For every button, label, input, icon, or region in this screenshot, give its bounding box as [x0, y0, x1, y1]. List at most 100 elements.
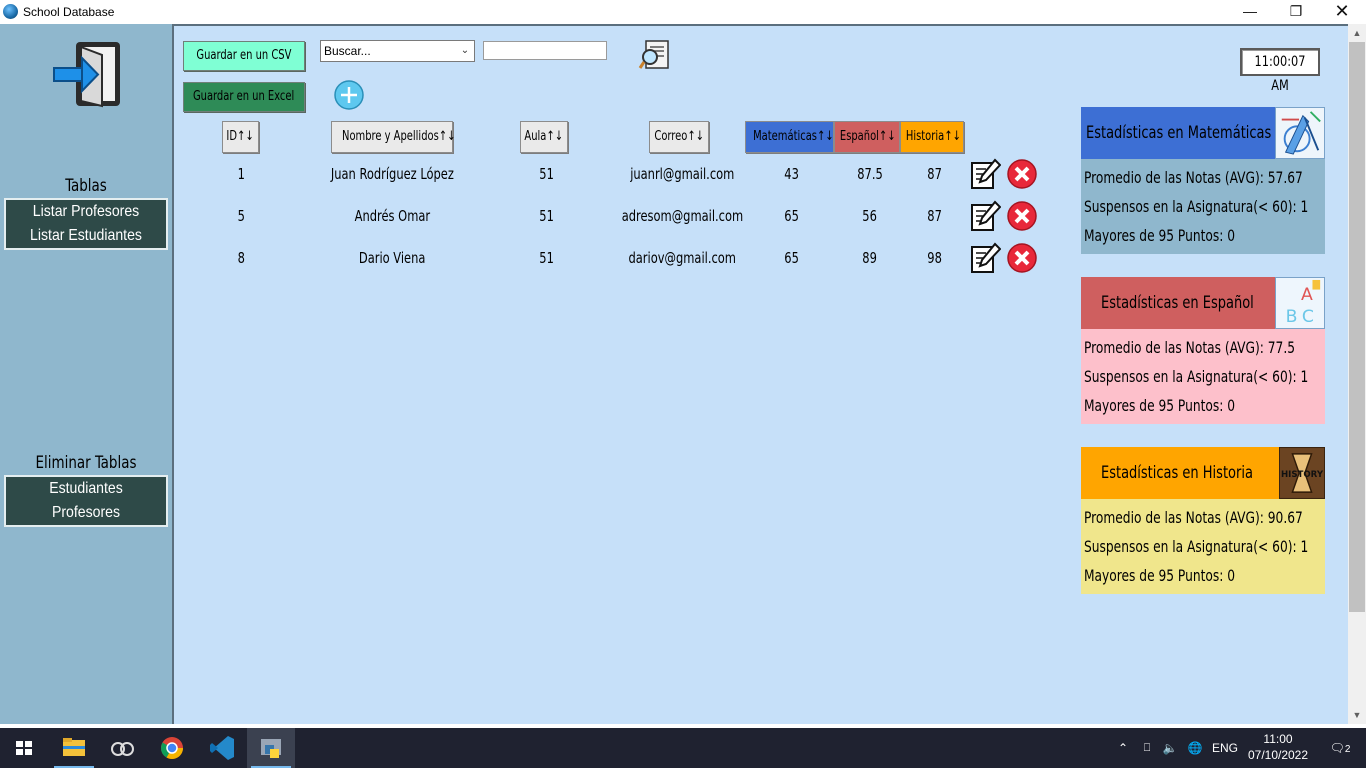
- python-app-icon[interactable]: [247, 728, 295, 768]
- tables-menu: Listar Profesores Listar Estudiantes: [4, 198, 168, 250]
- table-cell-history: 87: [927, 207, 943, 225]
- chrome-icon[interactable]: [148, 728, 196, 768]
- list-students-button[interactable]: Listar Estudiantes: [16, 224, 157, 248]
- table-cell-email: adresom@gmail.com: [621, 207, 743, 225]
- table-cell-math: 65: [784, 249, 800, 267]
- table-cell-spanish: 89: [862, 249, 878, 267]
- logout-icon[interactable]: [52, 40, 124, 110]
- sidebar: Tablas Listar Profesores Listar Estudian…: [0, 24, 172, 724]
- abc-letter-a: A: [1301, 285, 1313, 305]
- scrollbar-thumb[interactable]: [1349, 42, 1365, 612]
- scroll-down-icon[interactable]: ▼: [1348, 706, 1366, 724]
- table-cell-name: Andrés Omar: [354, 207, 430, 225]
- table-cell-history: 98: [927, 249, 943, 267]
- math-stats-body: Promedio de las Notas (AVG): 57.67 Suspe…: [1081, 159, 1325, 254]
- input-method-icon[interactable]: ⎕: [1137, 728, 1157, 768]
- abc-letter-c: C: [1302, 307, 1314, 327]
- search-input[interactable]: [483, 41, 607, 60]
- history-avg-text: Promedio de las Notas (AVG): 90.67: [1084, 508, 1303, 527]
- save-excel-button[interactable]: Guardar en un Excel: [183, 82, 305, 112]
- vscode-icon[interactable]: [198, 728, 246, 768]
- taskbar-clock[interactable]: 11:00 07/10/2022: [1245, 728, 1311, 768]
- sort-room-header[interactable]: Aula↑↓: [520, 121, 568, 153]
- windows-start-icon[interactable]: [0, 728, 48, 768]
- table-cell-room: 51: [539, 165, 555, 183]
- sort-math-header[interactable]: Matemáticas↑↓: [745, 121, 834, 153]
- taskbar-date: 07/10/2022: [1247, 748, 1309, 762]
- math-top-text: Mayores de 95 Puntos: 0: [1084, 226, 1236, 245]
- math-stats-panel: Estadísticas en Matemáticas Promedio de …: [1081, 107, 1325, 254]
- title-bar: School Database — ❐ ✕: [0, 0, 1366, 24]
- people-icon[interactable]: [98, 728, 146, 768]
- math-fail-text: Suspensos en la Asignatura(< 60): 1: [1084, 197, 1309, 216]
- history-badge-text: HISTORY: [1281, 470, 1324, 480]
- table-cell-id: 5: [237, 207, 245, 225]
- delete-icon[interactable]: [1006, 200, 1038, 232]
- maximize-button[interactable]: ❐: [1273, 0, 1319, 24]
- table-cell-id: 1: [237, 165, 245, 183]
- abc-letter-b: B: [1286, 307, 1298, 327]
- math-stats-header: Estadísticas en Matemáticas: [1081, 107, 1325, 159]
- scroll-up-icon[interactable]: ▲: [1348, 24, 1366, 42]
- window-title: School Database: [23, 5, 115, 19]
- sort-name-header[interactable]: Nombre y Apellidos↑↓: [331, 121, 455, 153]
- table-cell-name: Dario Viena: [358, 249, 426, 267]
- table-cell-spanish: 56: [862, 207, 878, 225]
- notifications-count: 2: [1344, 744, 1351, 755]
- language-indicator[interactable]: ENG: [1210, 728, 1240, 768]
- minimize-button[interactable]: —: [1227, 0, 1273, 24]
- delete-icon[interactable]: [1006, 242, 1038, 274]
- app-globe-icon: [3, 4, 18, 19]
- history-stats-body: Promedio de las Notas (AVG): 90.67 Suspe…: [1081, 499, 1325, 594]
- edit-icon[interactable]: [969, 200, 1001, 232]
- table-cell-spanish: 87.5: [857, 165, 883, 183]
- network-globe-icon[interactable]: 🌐: [1184, 728, 1206, 768]
- volume-icon[interactable]: 🔈: [1160, 728, 1180, 768]
- spanish-stats-header: Estadísticas en Español A B C: [1081, 277, 1325, 329]
- table-cell-email: dariov@gmail.com: [628, 249, 736, 267]
- table-cell-math: 65: [784, 207, 800, 225]
- sort-spanish-header[interactable]: Español↑↓: [834, 121, 900, 153]
- math-avg-text: Promedio de las Notas (AVG): 57.67: [1084, 168, 1303, 187]
- taskbar-time: 11:00: [1263, 732, 1293, 746]
- close-button[interactable]: ✕: [1319, 0, 1365, 24]
- history-top-text: Mayores de 95 Puntos: 0: [1084, 566, 1236, 585]
- sort-history-header[interactable]: Historia↑↓: [900, 121, 964, 153]
- delete-icon[interactable]: [1006, 158, 1038, 190]
- history-stats-panel: Estadísticas en Historia HISTORY Promedi…: [1081, 447, 1325, 594]
- spanish-top-text: Mayores de 95 Puntos: 0: [1084, 396, 1236, 415]
- list-teachers-button[interactable]: Listar Profesores: [16, 200, 157, 224]
- search-select[interactable]: Buscar... ⌄: [320, 40, 475, 62]
- search-document-icon[interactable]: [638, 39, 670, 71]
- spanish-fail-text: Suspensos en la Asignatura(< 60): 1: [1084, 367, 1309, 386]
- edit-icon[interactable]: [969, 158, 1001, 190]
- taskbar: ⌃ ⎕ 🔈 🌐 ENG 11:00 07/10/2022 🗨2: [0, 728, 1366, 768]
- math-tools-icon: [1275, 107, 1325, 159]
- delete-teachers-button[interactable]: Profesores: [16, 501, 157, 525]
- sort-id-header[interactable]: ID↑↓: [222, 121, 259, 153]
- history-fail-text: Suspensos en la Asignatura(< 60): 1: [1084, 537, 1309, 556]
- vertical-scrollbar[interactable]: ▲ ▼: [1348, 24, 1366, 724]
- table-cell-room: 51: [539, 249, 555, 267]
- add-icon[interactable]: [333, 79, 365, 111]
- table-cell-name: Juan Rodríguez López: [330, 165, 454, 183]
- table-cell-room: 51: [539, 207, 555, 225]
- spanish-stats-panel: Estadísticas en Español A B C Promedio d…: [1081, 277, 1325, 424]
- table-cell-email: juanrl@gmail.com: [629, 165, 735, 183]
- notifications-icon[interactable]: 🗨2: [1320, 728, 1360, 768]
- sort-email-header[interactable]: Correo↑↓: [649, 121, 709, 153]
- spanish-stats-body: Promedio de las Notas (AVG): 77.5 Suspen…: [1081, 329, 1325, 424]
- tray-chevron-up-icon[interactable]: ⌃: [1113, 728, 1133, 768]
- edit-icon[interactable]: [969, 242, 1001, 274]
- table-cell-math: 43: [784, 165, 800, 183]
- table-cell-id: 8: [237, 249, 245, 267]
- delete-tables-heading: Eliminar Tablas: [35, 453, 137, 473]
- delete-students-button[interactable]: Estudiantes: [16, 477, 157, 501]
- file-explorer-icon[interactable]: [50, 728, 98, 768]
- table-cell-history: 87: [927, 165, 943, 183]
- clock: 11:00:07 AM: [1240, 48, 1320, 94]
- save-csv-button[interactable]: Guardar en un CSV: [183, 41, 305, 71]
- delete-tables-menu: Estudiantes Profesores: [4, 475, 168, 527]
- abc-blocks-icon: A B C: [1275, 277, 1325, 329]
- history-hourglass-icon: HISTORY: [1279, 447, 1325, 499]
